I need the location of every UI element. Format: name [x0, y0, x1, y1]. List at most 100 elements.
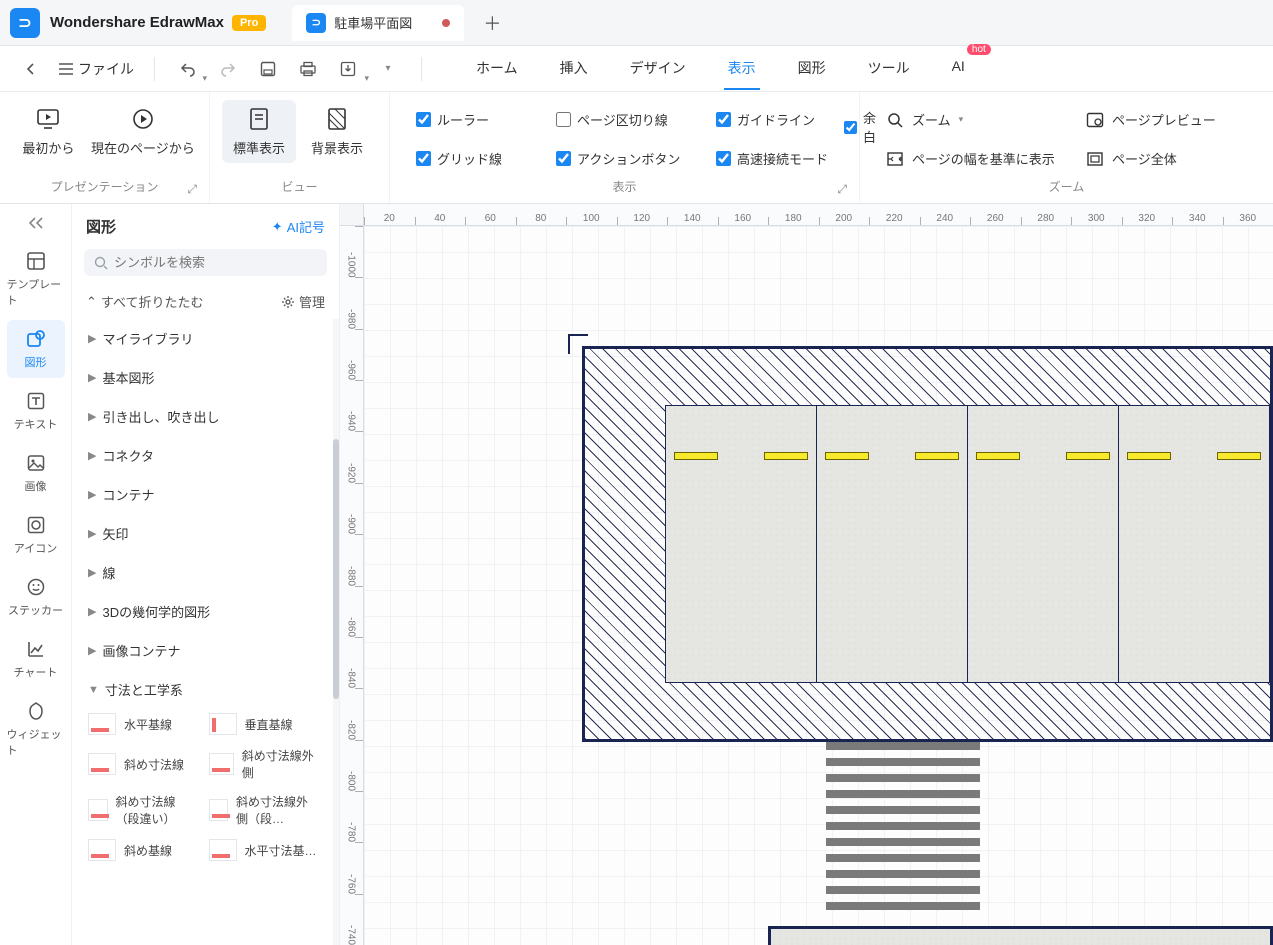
- expand-icon[interactable]: ⤢: [837, 182, 847, 197]
- shape-item[interactable]: 斜め基線: [86, 835, 199, 865]
- cat-arrow[interactable]: ▶矢印: [80, 514, 325, 553]
- cat-container[interactable]: ▶コンテナ: [80, 475, 325, 514]
- print-button[interactable]: [295, 56, 321, 82]
- car-stop[interactable]: [1217, 452, 1261, 460]
- ai-symbol-button[interactable]: ✦AI記号: [272, 217, 325, 236]
- canvas-area[interactable]: 2040608010012014016018020022024026028030…: [340, 204, 1273, 945]
- fold-all-button[interactable]: ⌃すべて折りたたむ: [86, 292, 203, 311]
- tab-home[interactable]: ホーム: [472, 48, 522, 90]
- label: 線: [102, 563, 115, 582]
- undo-button[interactable]: ▾: [175, 56, 201, 82]
- nav-widget[interactable]: ウィジェット: [7, 692, 65, 766]
- cat-dimension[interactable]: ▼寸法と工学系: [80, 670, 325, 709]
- parking-slot[interactable]: [666, 406, 816, 682]
- nav-shape[interactable]: 図形: [7, 320, 65, 378]
- symbol-search[interactable]: [84, 249, 327, 276]
- redo-button[interactable]: [215, 56, 241, 82]
- nav-text[interactable]: テキスト: [7, 382, 65, 440]
- standard-view-button[interactable]: 標準表示: [222, 100, 296, 163]
- zoom-button[interactable]: ズーム▾: [882, 106, 1062, 133]
- parking-slot[interactable]: [816, 406, 967, 682]
- shape-item[interactable]: 斜め寸法線外側（段…: [207, 789, 320, 831]
- car-stop[interactable]: [674, 452, 718, 460]
- guide-check[interactable]: ガイドライン: [716, 106, 838, 133]
- panel-scrollbar[interactable]: [333, 319, 339, 945]
- car-stop[interactable]: [1066, 452, 1110, 460]
- crosswalk[interactable]: [826, 742, 980, 910]
- tab-insert[interactable]: 挿入: [556, 48, 592, 90]
- label: 図形: [25, 354, 47, 370]
- cat-connector[interactable]: ▶コネクタ: [80, 436, 325, 475]
- tab-shape[interactable]: 図形: [794, 48, 830, 90]
- nav-sticker[interactable]: ステッカー: [7, 568, 65, 626]
- checkbox[interactable]: [716, 151, 731, 166]
- text-icon: [25, 390, 47, 412]
- nav-chart[interactable]: チャート: [7, 630, 65, 688]
- checkbox[interactable]: [416, 112, 431, 127]
- checkbox[interactable]: [844, 120, 857, 135]
- checkbox[interactable]: [556, 151, 571, 166]
- shape-item[interactable]: 水平基線: [86, 709, 199, 739]
- checkbox[interactable]: [416, 151, 431, 166]
- fit-width-button[interactable]: ページの幅を基準に表示: [882, 145, 1062, 172]
- drawing-canvas[interactable]: [364, 226, 1273, 945]
- shape-item[interactable]: 斜め寸法線: [86, 743, 199, 785]
- collapse-button[interactable]: [27, 216, 45, 230]
- tab-tool[interactable]: ツール: [864, 48, 914, 90]
- shape-item[interactable]: 垂直基線: [207, 709, 320, 739]
- cat-callout[interactable]: ▶引き出し、吹き出し: [80, 397, 325, 436]
- tab-view[interactable]: 表示: [724, 48, 760, 90]
- whole-page-button[interactable]: ページ全体: [1082, 145, 1222, 172]
- shape-item[interactable]: 斜め寸法線（段違い）: [86, 789, 199, 831]
- cat-basic[interactable]: ▶基本図形: [80, 358, 325, 397]
- document-tab[interactable]: ⊃ 駐車場平面図: [292, 5, 464, 41]
- fastconnect-check[interactable]: 高速接続モード: [716, 145, 838, 172]
- parking-slot[interactable]: [967, 406, 1118, 682]
- parking-floor[interactable]: [665, 405, 1270, 683]
- car-stop[interactable]: [915, 452, 959, 460]
- search-input[interactable]: [114, 255, 317, 270]
- building-outline[interactable]: [582, 346, 1273, 742]
- grid-check[interactable]: グリッド線: [416, 145, 528, 172]
- background-view-button[interactable]: 背景表示: [300, 100, 374, 163]
- parking-slot[interactable]: [1118, 406, 1269, 682]
- actionbtn-check[interactable]: アクションボタン: [556, 145, 688, 172]
- ruler-horizontal[interactable]: 2040608010012014016018020022024026028030…: [364, 204, 1273, 226]
- cat-3d[interactable]: ▶3Dの幾何学的図形: [80, 592, 325, 631]
- add-tab-button[interactable]: ＋: [480, 11, 504, 35]
- file-menu-button[interactable]: ファイル: [58, 59, 134, 79]
- manage-button[interactable]: 管理: [281, 292, 325, 311]
- nav-image[interactable]: 画像: [7, 444, 65, 502]
- export-button[interactable]: ▾: [335, 56, 361, 82]
- car-stop[interactable]: [976, 452, 1020, 460]
- more-button[interactable]: ▾: [375, 56, 401, 82]
- expand-icon[interactable]: ⤢: [187, 182, 197, 197]
- shape-item[interactable]: 斜め寸法線外側: [207, 743, 320, 785]
- preview-icon: [1086, 111, 1104, 129]
- shape-item[interactable]: 水平寸法基…: [207, 835, 320, 865]
- checkbox[interactable]: [556, 112, 571, 127]
- save-button[interactable]: [255, 56, 281, 82]
- ruler-check[interactable]: ルーラー: [416, 106, 528, 133]
- cat-imgcontainer[interactable]: ▶画像コンテナ: [80, 631, 325, 670]
- scrollbar-thumb[interactable]: [333, 439, 339, 699]
- present-from-current-button[interactable]: 現在のページから: [89, 100, 197, 163]
- ruler-vertical[interactable]: -1000-980-960-940-920-900-880-860-840-82…: [340, 226, 364, 945]
- cat-mylibrary[interactable]: ▶マイライブラリ: [80, 319, 325, 358]
- back-button[interactable]: [18, 56, 44, 82]
- tab-ai[interactable]: AIhot: [948, 48, 969, 90]
- lower-structure[interactable]: [768, 926, 1273, 945]
- ruler-tick: 300: [1071, 204, 1122, 225]
- nav-icon[interactable]: アイコン: [7, 506, 65, 564]
- category-list[interactable]: ▶マイライブラリ ▶基本図形 ▶引き出し、吹き出し ▶コネクタ ▶コンテナ ▶矢…: [72, 319, 333, 945]
- checkbox[interactable]: [716, 112, 731, 127]
- car-stop[interactable]: [825, 452, 869, 460]
- present-from-start-button[interactable]: 最初から: [12, 100, 85, 163]
- nav-template[interactable]: テンプレート: [7, 242, 65, 316]
- car-stop[interactable]: [764, 452, 808, 460]
- page-preview-button[interactable]: ページプレビュー: [1082, 106, 1222, 133]
- cat-line[interactable]: ▶線: [80, 553, 325, 592]
- car-stop[interactable]: [1127, 452, 1171, 460]
- pagebreak-check[interactable]: ページ区切り線: [556, 106, 688, 133]
- tab-design[interactable]: デザイン: [626, 48, 690, 90]
